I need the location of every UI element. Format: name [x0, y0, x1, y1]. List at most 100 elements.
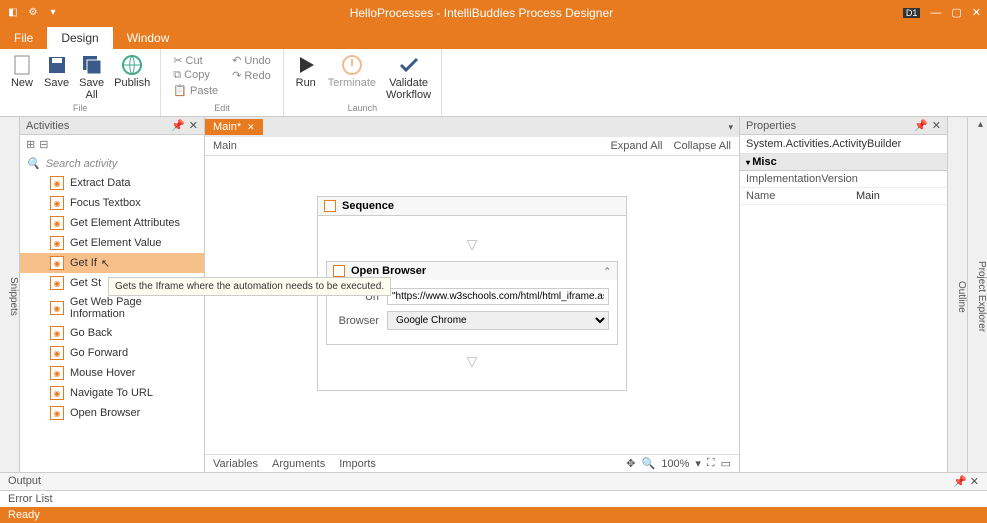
- property-key: ImplementationVersion: [740, 171, 850, 187]
- validate-button[interactable]: Validate Workflow: [382, 51, 435, 103]
- activity-item-selected[interactable]: ◉Get If↖: [20, 253, 204, 273]
- drop-target-icon[interactable]: ▽: [326, 345, 618, 378]
- sequence-icon: [324, 200, 336, 212]
- property-row[interactable]: Name Main: [740, 188, 947, 205]
- publish-button[interactable]: Publish: [110, 51, 154, 91]
- title-bar: ◧ ⚙ ▾ HelloProcesses - IntelliBuddies Pr…: [0, 0, 987, 25]
- activity-item[interactable]: ◉Mouse Hover: [20, 363, 204, 383]
- properties-category[interactable]: Misc: [740, 154, 947, 171]
- activity-item[interactable]: ◉Go Forward: [20, 343, 204, 363]
- cursor-icon: ↖: [101, 257, 110, 270]
- open-browser-icon: [333, 265, 345, 277]
- activity-icon: ◉: [50, 176, 64, 190]
- dropdown-icon[interactable]: ▾: [46, 6, 60, 20]
- zoom-value[interactable]: 100%: [661, 458, 689, 470]
- expand-all-link[interactable]: Expand All: [610, 140, 662, 152]
- output-title: Output: [8, 475, 41, 488]
- close-panel-icon[interactable]: ✕: [932, 119, 941, 132]
- close-panel-icon[interactable]: ✕: [189, 119, 198, 132]
- group-edit-label: Edit: [214, 103, 230, 114]
- menu-design[interactable]: Design: [47, 27, 112, 49]
- activity-item[interactable]: ◉Navigate To URL: [20, 383, 204, 403]
- fit-icon[interactable]: ⛶: [707, 457, 715, 470]
- close-icon[interactable]: ✕: [972, 6, 981, 19]
- terminate-button[interactable]: Terminate: [324, 51, 380, 91]
- properties-title: Properties: [746, 120, 796, 132]
- redo-button[interactable]: ↷ Redo: [230, 68, 273, 83]
- activity-item[interactable]: ◉Get Element Attributes: [20, 213, 204, 233]
- property-row[interactable]: ImplementationVersion: [740, 171, 947, 188]
- run-button[interactable]: Run: [290, 51, 322, 91]
- doc-tab[interactable]: Main* ✕: [205, 119, 263, 135]
- pin-icon[interactable]: 📌: [171, 119, 185, 132]
- menu-window[interactable]: Window: [113, 27, 184, 49]
- close-panel-icon[interactable]: ✕: [970, 476, 979, 488]
- pin-icon[interactable]: 📌: [953, 476, 967, 488]
- activity-icon: ◉: [50, 346, 64, 360]
- activity-item[interactable]: ◉Extract Data: [20, 173, 204, 193]
- sequence-header[interactable]: Sequence: [317, 196, 627, 216]
- undo-button[interactable]: ↶ Undo: [230, 53, 273, 68]
- properties-type: System.Activities.ActivityBuilder: [740, 135, 947, 154]
- gear-icon[interactable]: ⚙: [26, 6, 40, 20]
- browser-select[interactable]: Google Chrome: [387, 311, 609, 330]
- save-button[interactable]: Save: [40, 51, 73, 91]
- new-label: New: [11, 77, 33, 89]
- collapse-all-link[interactable]: Collapse All: [674, 140, 731, 152]
- expand-tree-icon[interactable]: ⊞: [26, 138, 35, 151]
- overview-icon[interactable]: ▭: [721, 457, 731, 470]
- url-input[interactable]: [387, 288, 609, 305]
- activity-item[interactable]: ◉Get Element Value: [20, 233, 204, 253]
- output-panel[interactable]: Output 📌 ✕: [0, 472, 987, 490]
- collapse-tree-icon[interactable]: ⊟: [39, 138, 48, 151]
- activity-icon: ◉: [50, 406, 64, 420]
- menu-strip: File Design Window: [0, 25, 987, 49]
- zoom-icon[interactable]: 🔍: [642, 457, 656, 470]
- properties-panel: Properties 📌 ✕ System.Activities.Activit…: [739, 117, 947, 472]
- snippets-tab[interactable]: Snippets: [0, 117, 20, 472]
- doc-tab-close-icon[interactable]: ✕: [247, 122, 255, 133]
- window-badge: D1: [903, 8, 921, 18]
- window-title: HelloProcesses - IntelliBuddies Process …: [60, 6, 903, 20]
- paste-button[interactable]: 📋 Paste: [171, 83, 220, 98]
- property-value[interactable]: Main: [850, 188, 947, 204]
- activity-icon: ◉: [50, 236, 64, 250]
- activity-item[interactable]: ◉Open Browser: [20, 403, 204, 423]
- canvas[interactable]: Sequence ▽ Open Browser ⌃ Url: [205, 156, 739, 454]
- restore-icon[interactable]: ▢: [951, 6, 961, 19]
- activity-icon: ◉: [50, 301, 64, 315]
- arguments-tab[interactable]: Arguments: [272, 458, 325, 470]
- drop-target-icon[interactable]: ▽: [326, 228, 618, 261]
- project-explorer-tab[interactable]: Project Explorer: [967, 117, 987, 472]
- property-key: Name: [740, 188, 850, 204]
- outline-tab[interactable]: Outline: [947, 117, 967, 472]
- doc-tabs-menu-icon[interactable]: ▾: [722, 122, 739, 133]
- errorlist-panel[interactable]: Error List: [0, 490, 987, 507]
- open-browser-activity[interactable]: Open Browser ⌃ Url Browser Google Chrome: [326, 261, 618, 345]
- activity-item[interactable]: ◉Get Web Page Information: [20, 293, 204, 323]
- zoom-dropdown-icon[interactable]: ▾: [695, 457, 701, 470]
- menu-file[interactable]: File: [0, 27, 47, 49]
- group-file-label: File: [73, 103, 88, 114]
- activity-item[interactable]: ◉Focus Textbox: [20, 193, 204, 213]
- pan-icon[interactable]: ✥: [626, 457, 635, 470]
- search-input[interactable]: Search activity: [46, 158, 118, 170]
- copy-button[interactable]: ⧉ Copy: [171, 68, 220, 83]
- activity-item[interactable]: ◉Go Back: [20, 323, 204, 343]
- ribbon-collapse-icon[interactable]: ▴: [978, 119, 983, 130]
- browser-label: Browser: [335, 315, 379, 327]
- save-label: Save: [44, 77, 69, 89]
- new-button[interactable]: New: [6, 51, 38, 91]
- variables-tab[interactable]: Variables: [213, 458, 258, 470]
- app-icon: ◧: [6, 6, 20, 20]
- minimize-icon[interactable]: —: [930, 7, 941, 19]
- property-value[interactable]: [850, 171, 947, 187]
- imports-tab[interactable]: Imports: [339, 458, 376, 470]
- save-all-button[interactable]: Save All: [75, 51, 108, 103]
- collapse-icon[interactable]: ⌃: [603, 266, 611, 277]
- pin-icon[interactable]: 📌: [914, 119, 928, 132]
- activities-panel: Activities 📌 ✕ ⊞ ⊟ 🔍 Search activity ◉Ex…: [20, 117, 205, 472]
- activity-icon: ◉: [50, 216, 64, 230]
- cut-button[interactable]: ✂ Cut: [171, 53, 220, 68]
- breadcrumb[interactable]: Main: [213, 140, 237, 152]
